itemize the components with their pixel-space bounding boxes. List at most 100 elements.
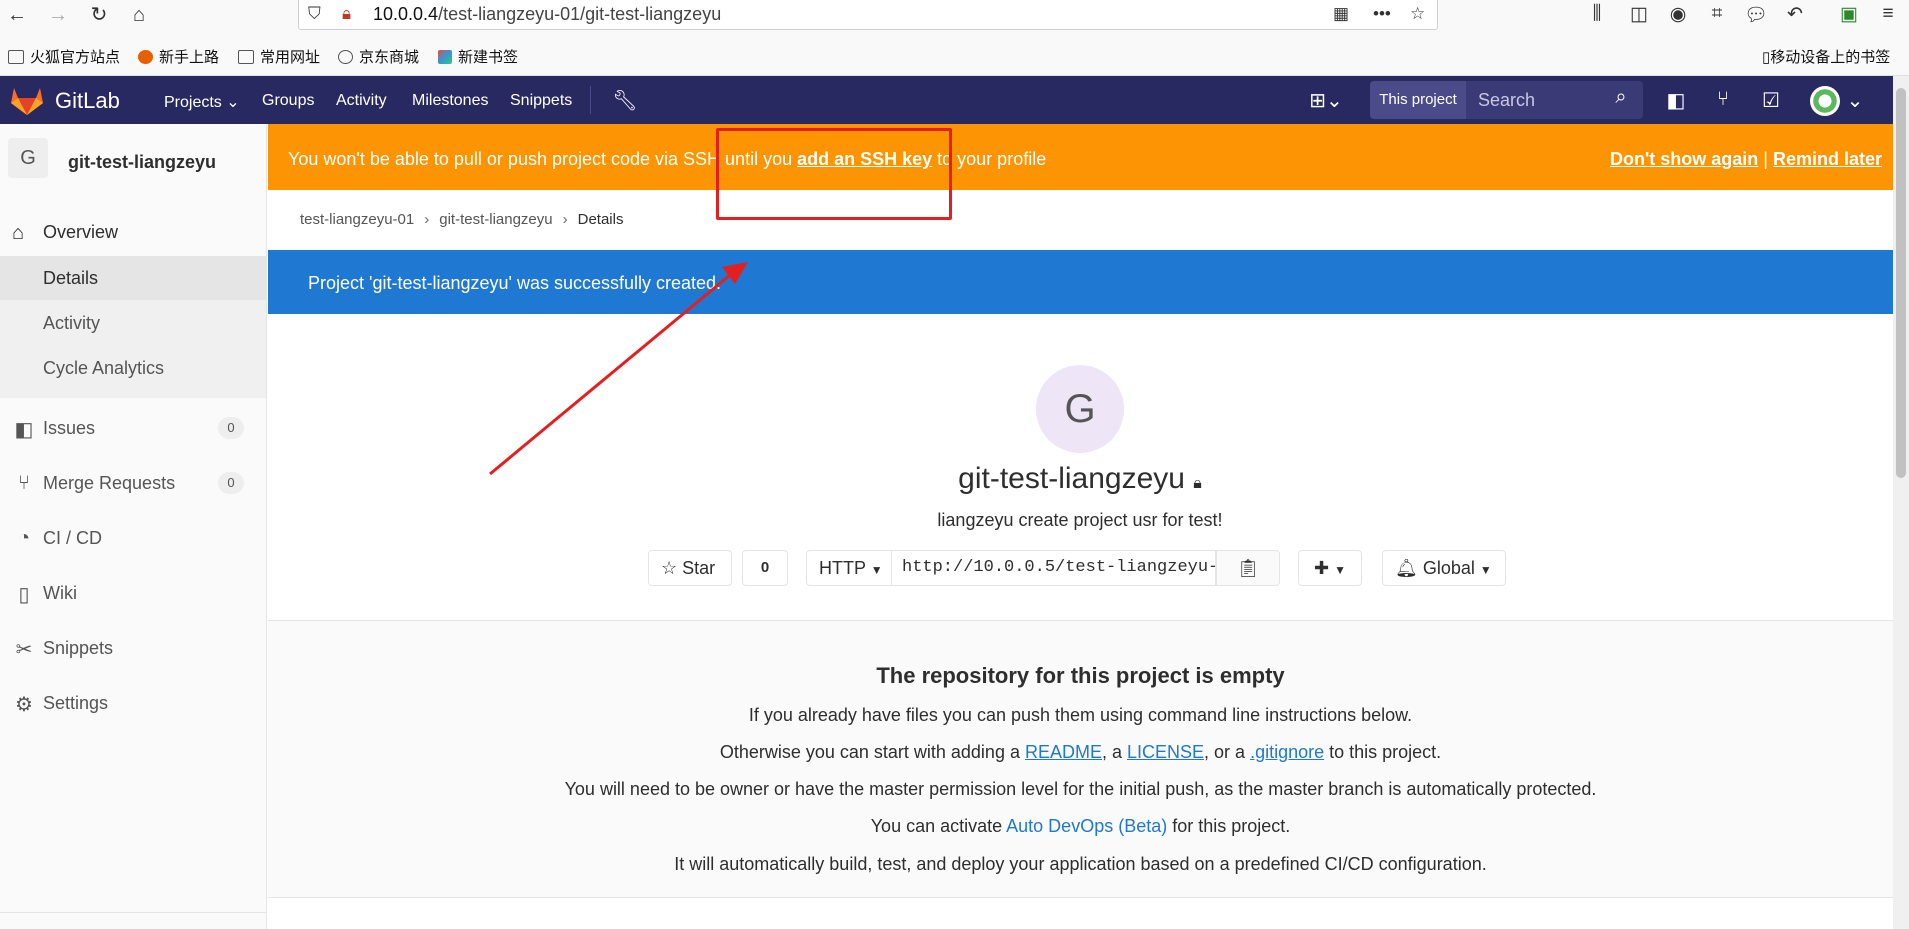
- caret-down-icon: ▼: [870, 563, 883, 577]
- new-dropdown-icon[interactable]: ⊞⌄: [1306, 88, 1346, 113]
- book-icon: ▯: [18, 584, 30, 606]
- search-input[interactable]: [1468, 81, 1608, 119]
- gitlab-logo-icon[interactable]: [10, 84, 44, 116]
- bookmark-star-icon[interactable]: ☆: [1410, 4, 1425, 24]
- sidebar-item-details[interactable]: [0, 256, 266, 300]
- issues-icon[interactable]: ◧: [1663, 88, 1689, 113]
- account-icon[interactable]: ◉: [1666, 3, 1690, 26]
- project-avatar-large: G: [1036, 365, 1124, 453]
- separator: |: [1763, 149, 1768, 169]
- nav-activity[interactable]: Activity: [336, 92, 387, 110]
- home-icon[interactable]: ⌂: [126, 2, 152, 28]
- scrollbar-thumb[interactable]: [1896, 88, 1906, 478]
- gear-icon: ⚙: [15, 694, 33, 716]
- screenshot-icon[interactable]: ⌗: [1705, 3, 1729, 25]
- empty-repo-line: It will automatically build, test, and d…: [674, 854, 1487, 874]
- annotation-highlight-box: [716, 128, 952, 220]
- sidebar-item-cycle-analytics[interactable]: Cycle Analytics: [43, 358, 164, 379]
- sidebar-item-activity[interactable]: Activity: [43, 313, 100, 334]
- reload-icon[interactable]: ↻: [86, 2, 112, 28]
- remind-later-link[interactable]: Remind later: [1773, 149, 1882, 169]
- chevron-down-icon: ⌄: [226, 94, 240, 111]
- bookmark-common-sites[interactable]: 常用网址: [238, 46, 320, 67]
- undo-icon[interactable]: ↶: [1783, 3, 1807, 26]
- insecure-lock-icon[interactable]: 🔒︎: [342, 4, 351, 24]
- license-link[interactable]: LICENSE: [1127, 742, 1204, 762]
- nav-projects[interactable]: Projects ⌄: [164, 92, 240, 112]
- url-host: 10.0.0.4: [373, 4, 439, 24]
- copy-url-button[interactable]: 📋︎: [1216, 550, 1280, 586]
- clipboard-icon: 📋︎: [1236, 558, 1260, 578]
- chevron-down-icon[interactable]: ⌄: [1842, 88, 1868, 113]
- project-avatar[interactable]: G: [8, 138, 48, 178]
- breadcrumb-current[interactable]: Details: [578, 211, 624, 228]
- clone-url-input[interactable]: http://10.0.0.5/test-liangzeyu-01/git-te…: [892, 550, 1216, 586]
- gitignore-link[interactable]: .gitignore: [1250, 742, 1324, 762]
- empty-repo-line: You can activate Auto DevOps (Beta) for …: [870, 816, 1291, 836]
- merge-requests-icon[interactable]: ⑂: [1710, 88, 1736, 111]
- folder-icon: [8, 50, 24, 64]
- chevron-right-icon: ›: [562, 211, 568, 228]
- add-dropdown-button[interactable]: ✚ ▼: [1298, 550, 1362, 586]
- star-button[interactable]: ☆ Star: [648, 550, 732, 586]
- url-text[interactable]: 10.0.0.4/test-liangzeyu-01/git-test-lian…: [373, 4, 721, 25]
- bookmark-jd[interactable]: 京东商城: [338, 46, 419, 67]
- chat-icon[interactable]: 💬︎: [1744, 3, 1768, 27]
- nav-divider: [590, 86, 591, 114]
- star-count[interactable]: 0: [742, 550, 788, 586]
- dont-show-again-link[interactable]: Don't show again: [1610, 149, 1758, 169]
- more-icon[interactable]: •••: [1373, 4, 1391, 24]
- extensions-icon[interactable]: ▣: [1837, 3, 1861, 26]
- nav-milestones[interactable]: Milestones: [412, 92, 488, 110]
- menu-icon[interactable]: ≡: [1876, 3, 1900, 25]
- mobile-bookmarks[interactable]: ▯移动设备上的书签: [1762, 46, 1890, 67]
- bookmark-firefox-site[interactable]: 火狐官方站点: [8, 46, 120, 67]
- sidebar-item-issues[interactable]: Issues: [43, 418, 95, 439]
- shield-icon[interactable]: ⛉: [308, 4, 321, 24]
- search-scope-badge[interactable]: This project: [1370, 81, 1466, 119]
- back-icon[interactable]: ←: [4, 2, 30, 28]
- sidebar-project-name[interactable]: git-test-liangzeyu: [68, 152, 216, 173]
- empty-repo-line: Otherwise you can start with adding a RE…: [719, 742, 1442, 762]
- sidebar-item-cicd[interactable]: CI / CD: [43, 528, 102, 549]
- url-path: /test-liangzeyu-01/git-test-liangzeyu: [438, 4, 722, 24]
- project-description: liangzeyu create project usr for test!: [937, 510, 1223, 530]
- sidebar-toggle-icon[interactable]: ◫: [1627, 3, 1651, 26]
- clone-protocol-dropdown[interactable]: HTTP ▼: [806, 550, 892, 586]
- empty-repo-title: The repository for this project is empty: [876, 663, 1285, 688]
- sidebar-item-wiki[interactable]: Wiki: [43, 583, 77, 604]
- readme-link[interactable]: README: [1025, 742, 1102, 762]
- user-avatar[interactable]: [1810, 86, 1840, 116]
- qr-code-icon[interactable]: ▦: [1333, 4, 1349, 24]
- breadcrumb-project[interactable]: git-test-liangzeyu: [439, 211, 552, 228]
- caret-down-icon: ▼: [1334, 563, 1346, 577]
- empty-repo-line: If you already have files you can push t…: [748, 705, 1413, 725]
- star-icon: ☆: [661, 558, 678, 578]
- chevron-right-icon: ›: [424, 211, 430, 228]
- forward-icon[interactable]: →: [45, 2, 71, 28]
- gitlab-brand[interactable]: GitLab: [55, 88, 120, 114]
- sidebar-item-overview[interactable]: ⌂ Overview: [0, 210, 266, 256]
- folder-icon: [238, 50, 254, 64]
- empty-repo-line: You will need to be owner or have the ma…: [564, 779, 1597, 799]
- search-icon[interactable]: ⌕: [1608, 86, 1634, 109]
- rocket-icon: ◔: [17, 527, 31, 549]
- nav-groups[interactable]: Groups: [262, 92, 314, 110]
- sidebar-item-details-label[interactable]: Details: [43, 268, 98, 289]
- sidebar-item-label: Overview: [43, 222, 119, 242]
- todos-icon[interactable]: ☑: [1758, 88, 1784, 113]
- admin-wrench-icon[interactable]: 🔧︎: [612, 88, 638, 113]
- sidebar-item-settings[interactable]: Settings: [43, 693, 108, 714]
- merge-requests-icon: ⑂: [18, 472, 30, 494]
- nav-snippets[interactable]: Snippets: [510, 92, 572, 110]
- bookmark-new[interactable]: 新建书签: [438, 46, 518, 67]
- lock-icon: 🔒︎: [1193, 475, 1202, 492]
- bookmark-getting-started[interactable]: 新手上路: [138, 46, 219, 67]
- auto-devops-link[interactable]: Auto DevOps (Beta): [1006, 816, 1167, 836]
- sidebar-item-merge-requests[interactable]: Merge Requests: [43, 473, 175, 494]
- breadcrumb-group[interactable]: test-liangzeyu-01: [300, 211, 414, 228]
- library-icon[interactable]: ⫼: [1585, 3, 1609, 25]
- globe-icon: [338, 50, 353, 64]
- notification-dropdown[interactable]: 🔔︎ Global ▼: [1382, 550, 1506, 586]
- sidebar-item-snippets[interactable]: Snippets: [43, 638, 113, 659]
